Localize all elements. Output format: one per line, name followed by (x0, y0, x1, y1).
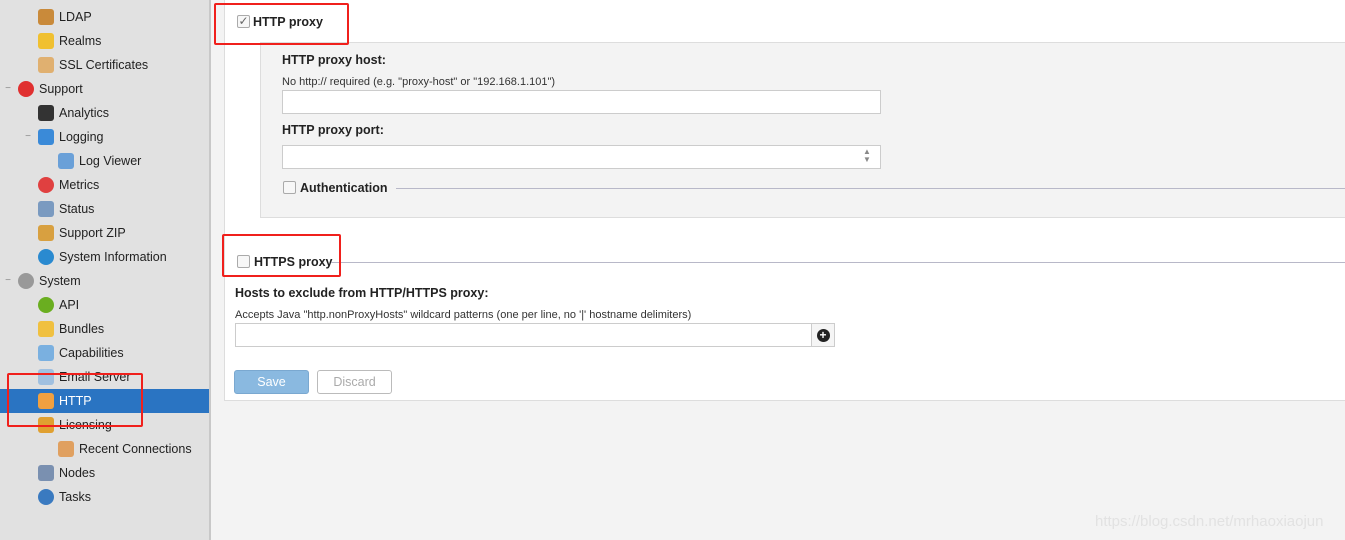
globe-icon (38, 249, 54, 265)
nodes-icon (38, 465, 54, 481)
log-viewer-icon (58, 153, 74, 169)
sidebar-item-label: Nodes (59, 466, 96, 480)
sidebar-item-label: LDAP (59, 10, 92, 24)
logging-icon (38, 129, 54, 145)
connections-icon (58, 441, 74, 457)
sidebar-item-support[interactable]: − Support (0, 77, 209, 101)
sidebar-item-bundles[interactable]: Bundles (0, 317, 209, 341)
sidebar-item-api[interactable]: API (0, 293, 209, 317)
sidebar-item-label: Metrics (59, 178, 100, 192)
certificate-icon (38, 57, 54, 73)
sidebar-item-support-zip[interactable]: Support ZIP (0, 221, 209, 245)
divider (396, 188, 1345, 189)
plus-circle-icon: + (816, 328, 830, 342)
exclude-hosts-hint: Accepts Java "http.nonProxyHosts" wildca… (235, 309, 692, 321)
pie-chart-icon (38, 177, 54, 193)
sidebar-item-tasks[interactable]: Tasks (0, 485, 209, 509)
sidebar-item-realms[interactable]: Realms (0, 29, 209, 53)
analytics-icon (38, 105, 54, 121)
discard-button[interactable]: Discard (317, 370, 392, 394)
collapse-icon[interactable]: − (3, 84, 13, 94)
proxy-host-label: HTTP proxy host: (282, 53, 386, 67)
divider (331, 262, 1345, 263)
sidebar-item-label: System (39, 274, 81, 288)
puzzle-icon (38, 321, 54, 337)
zip-icon (38, 225, 54, 241)
sidebar-item-analytics[interactable]: Analytics (0, 101, 209, 125)
status-icon (38, 201, 54, 217)
sidebar-item-label: System Information (59, 250, 167, 264)
sidebar-item-system-information[interactable]: System Information (0, 245, 209, 269)
sidebar-item-label: Logging (59, 130, 104, 144)
gear-icon (18, 273, 34, 289)
sidebar-item-capabilities[interactable]: Capabilities (0, 341, 209, 365)
exclude-hosts-label: Hosts to exclude from HTTP/HTTPS proxy: (235, 286, 489, 300)
http-settings-main: ✓ HTTP proxy HTTP proxy host: No http://… (213, 0, 1345, 540)
sidebar-item-log-viewer[interactable]: Log Viewer (0, 149, 209, 173)
proxy-port-label: HTTP proxy port: (282, 123, 384, 137)
sidebar-item-logging[interactable]: − Logging (0, 125, 209, 149)
sidebar-item-label: Bundles (59, 322, 105, 336)
sidebar-item-system[interactable]: − System (0, 269, 209, 293)
api-icon (38, 297, 54, 313)
annotation-highlight (214, 3, 349, 45)
collapse-icon[interactable]: − (23, 132, 33, 142)
sidebar-item-label: SSL Certificates (59, 58, 149, 72)
authentication-label: Authentication (300, 181, 388, 195)
sidebar-item-label: Tasks (59, 490, 91, 504)
annotation-highlight (7, 373, 143, 427)
sidebar-item-metrics[interactable]: Metrics (0, 173, 209, 197)
sidebar-item-label: Recent Connections (79, 442, 192, 456)
lifebuoy-icon (18, 81, 34, 97)
spinner-arrows-icon[interactable]: ▲ ▼ (863, 148, 871, 164)
proxy-host-input[interactable] (282, 90, 881, 114)
sidebar-item-ssl-certificates[interactable]: SSL Certificates (0, 53, 209, 77)
sidebar-item-label: Support ZIP (59, 226, 126, 240)
sidebar-item-ldap[interactable]: LDAP (0, 5, 209, 29)
sidebar-item-status[interactable]: Status (0, 197, 209, 221)
cube-icon (38, 345, 54, 361)
sidebar-item-label: Analytics (59, 106, 110, 120)
http-settings-panel: ✓ HTTP proxy HTTP proxy host: No http://… (214, 0, 1345, 401)
proxy-port-input[interactable] (282, 145, 881, 169)
sidebar-item-label: Status (59, 202, 95, 216)
authentication-checkbox[interactable] (283, 181, 296, 194)
save-button[interactable]: Save (234, 370, 309, 394)
sidebar-item-label: Capabilities (59, 346, 124, 360)
ldap-icon (38, 9, 54, 25)
shield-icon (38, 33, 54, 49)
clock-icon (38, 489, 54, 505)
sidebar-item-label: Support (39, 82, 83, 96)
sidebar-item-label: Realms (59, 34, 102, 48)
sidebar-item-label: Log Viewer (79, 154, 142, 168)
sidebar-item-recent-connections[interactable]: Recent Connections (0, 437, 209, 461)
watermark: https://blog.csdn.net/mrhaoxiaojun (1095, 513, 1324, 530)
http-proxy-fieldset: HTTP proxy host: No http:// required (e.… (260, 42, 1345, 218)
sidebar-nav: LDAP Realms SSL Certificates − Support An… (0, 0, 211, 540)
proxy-host-hint: No http:// required (e.g. "proxy-host" o… (282, 76, 556, 88)
annotation-highlight (222, 234, 341, 277)
sidebar-item-nodes[interactable]: Nodes (0, 461, 209, 485)
sidebar-item-label: API (59, 298, 80, 312)
add-host-button[interactable]: + (811, 323, 835, 347)
collapse-icon[interactable]: − (3, 276, 13, 286)
exclude-hosts-input[interactable] (235, 323, 812, 347)
